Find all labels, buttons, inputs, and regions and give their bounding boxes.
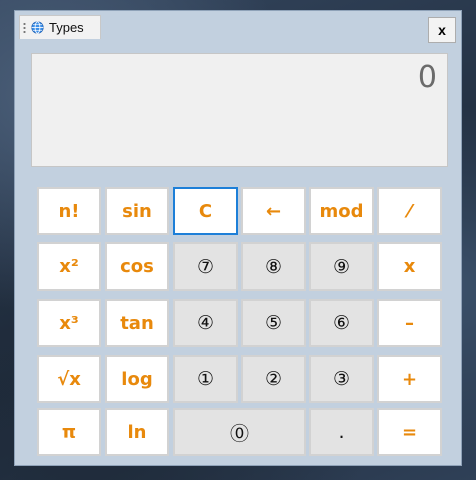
- tan-button[interactable]: tan: [105, 299, 169, 347]
- sqrt-button[interactable]: √x: [37, 355, 101, 403]
- cos-button[interactable]: cos: [105, 242, 169, 291]
- clear-button[interactable]: C: [173, 187, 238, 235]
- multiply-button[interactable]: x: [377, 242, 442, 291]
- window-title: Types: [49, 20, 84, 35]
- three-button[interactable]: ③: [309, 355, 374, 403]
- subtract-button[interactable]: –: [377, 299, 442, 347]
- four-button[interactable]: ④: [173, 299, 238, 347]
- drag-grip-icon[interactable]: [23, 21, 26, 34]
- equals-button[interactable]: =: [377, 408, 442, 456]
- close-button[interactable]: x: [428, 17, 456, 43]
- cube-button[interactable]: x³: [37, 299, 101, 347]
- sin-button[interactable]: sin: [105, 187, 169, 235]
- globe-icon: [31, 21, 44, 34]
- add-button[interactable]: +: [377, 355, 442, 403]
- divide-button[interactable]: ⁄: [377, 187, 442, 235]
- calculator-window: Types x 0 n! sin C ← mod ⁄ x² cos ⑦ ⑧ ⑨ …: [14, 10, 462, 466]
- two-button[interactable]: ②: [241, 355, 306, 403]
- eight-button[interactable]: ⑧: [241, 242, 306, 291]
- one-button[interactable]: ①: [173, 355, 238, 403]
- square-button[interactable]: x²: [37, 242, 101, 291]
- five-button[interactable]: ⑤: [241, 299, 306, 347]
- pi-button[interactable]: π: [37, 408, 101, 456]
- window-tab[interactable]: Types: [19, 15, 101, 39]
- seven-button[interactable]: ⑦: [173, 242, 238, 291]
- backspace-button[interactable]: ←: [241, 187, 306, 235]
- nine-button[interactable]: ⑨: [309, 242, 374, 291]
- mod-button[interactable]: mod: [309, 187, 374, 235]
- six-button[interactable]: ⑥: [309, 299, 374, 347]
- decimal-button[interactable]: .: [309, 408, 374, 456]
- ln-button[interactable]: ln: [105, 408, 169, 456]
- factorial-button[interactable]: n!: [37, 187, 101, 235]
- zero-button[interactable]: ⓪: [173, 408, 306, 456]
- display-panel: 0: [31, 53, 448, 167]
- log-button[interactable]: log: [105, 355, 169, 403]
- display-value: 0: [417, 60, 437, 95]
